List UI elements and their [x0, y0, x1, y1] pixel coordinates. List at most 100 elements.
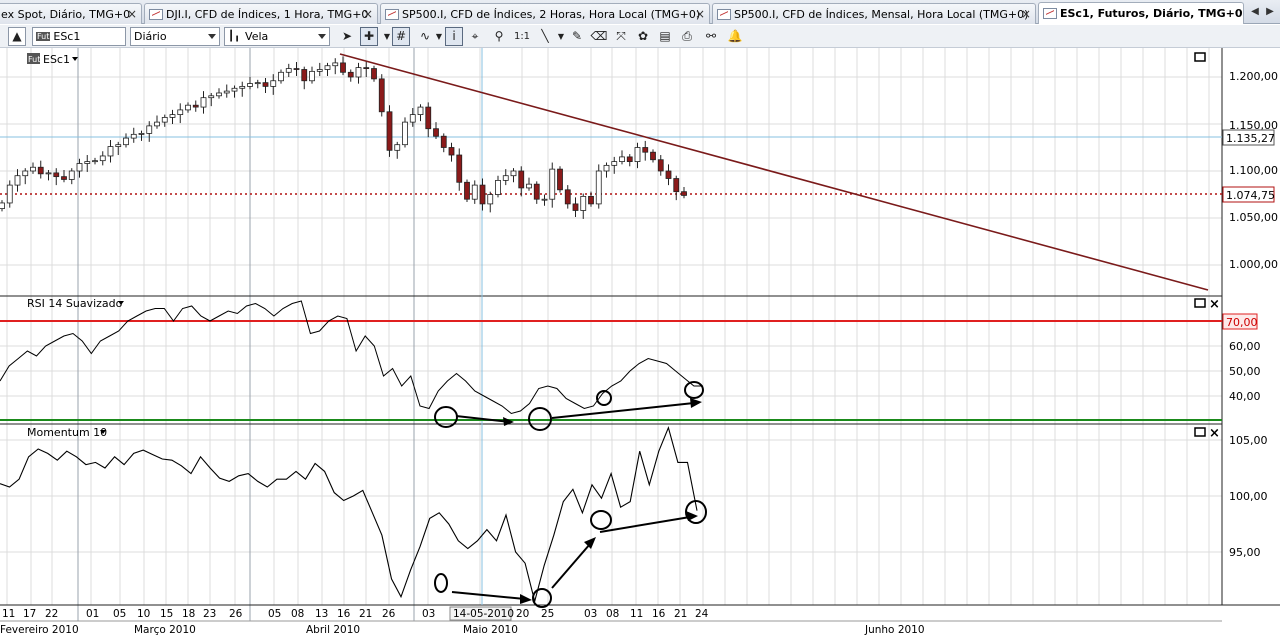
cursor-icon[interactable]: ➤ [338, 27, 356, 46]
tab-scroll-left-icon[interactable]: ◀ [1248, 5, 1262, 19]
alert-bell-icon[interactable]: 🔔 [726, 27, 744, 46]
tab-forex-spot[interactable]: ex Spot, Diário, TMG+0 × [0, 3, 142, 24]
tab-sp500-2h[interactable]: SP500.I, CFD de Índices, 2 Horas, Hora L… [380, 3, 710, 24]
candle [502, 175, 509, 181]
candle [642, 147, 649, 153]
candle [409, 114, 416, 123]
candle [254, 82, 261, 85]
pencil-icon[interactable]: ✎ [568, 27, 586, 46]
grid-icon[interactable]: # [392, 27, 410, 46]
print-icon[interactable]: ⎙ [678, 27, 696, 46]
crosshair-price-label: 1.135,27 [1226, 132, 1275, 145]
candle-icon: ┃╻ [228, 31, 241, 42]
price-tick: 1.050,00 [1229, 211, 1278, 224]
close-icon[interactable]: × [127, 7, 137, 21]
candle [355, 67, 362, 78]
price-tick: 1.100,00 [1229, 164, 1278, 177]
momentum-tick: 100,00 [1229, 490, 1268, 503]
candle [138, 133, 145, 135]
candle [402, 121, 408, 146]
candle [572, 203, 579, 211]
month-label: Maio 2010 [463, 624, 518, 636]
candle [14, 175, 21, 186]
template-icon[interactable]: ▤ [656, 27, 674, 46]
chevron-down-icon [318, 34, 326, 39]
candle [123, 137, 129, 146]
chart-menu-icon[interactable]: ▲ [8, 27, 26, 46]
close-pane-icon[interactable]: × [1209, 297, 1220, 312]
candle [6, 184, 13, 204]
tab-esc1-daily[interactable]: ESc1, Futuros, Diário, TMG+0 [1038, 2, 1244, 24]
tab-sp500-monthly[interactable]: SP500.I, CFD de Índices, Mensal, Hora Lo… [712, 3, 1036, 24]
time-tick: 16 [652, 608, 666, 620]
tab-label: ESc1, Futuros, Diário, TMG+0 [1060, 7, 1243, 20]
time-tick: 25 [541, 608, 554, 620]
candle [231, 87, 238, 92]
candle [22, 170, 29, 177]
candle [495, 179, 501, 195]
candle [285, 68, 292, 73]
candle [45, 172, 52, 175]
rsi-tick: 40,00 [1229, 390, 1261, 403]
fibonacci-icon[interactable]: ⤧ [612, 27, 630, 46]
info-icon[interactable]: i [445, 27, 463, 46]
period-value: Diário [134, 30, 167, 43]
close-pane-icon[interactable]: × [1209, 426, 1220, 441]
chart-area[interactable]: Fut ESc1 RSI 14 Suavizado Momentum 10 × … [0, 48, 1280, 637]
candle [433, 128, 439, 137]
rsi-level-label: 70,00 [1226, 316, 1258, 329]
chart-style-select[interactable]: ┃╻ Vela [224, 27, 330, 46]
symbol-value: ESc1 [53, 30, 81, 43]
symbol-input[interactable]: Fut ESc1 [32, 27, 126, 46]
candle [580, 195, 587, 211]
candle [115, 144, 122, 147]
candle [665, 170, 672, 179]
candle [99, 155, 106, 162]
candle [169, 114, 176, 118]
candle [588, 195, 594, 205]
rsi-legend[interactable]: RSI 14 Suavizado [27, 297, 123, 310]
candle [673, 178, 680, 193]
pan-icon[interactable]: ⌖ [466, 27, 484, 46]
candle [309, 70, 315, 82]
eraser-icon[interactable]: ⌫ [590, 27, 608, 46]
crosshair-icon[interactable]: ✚ [360, 27, 378, 46]
time-tick: 13 [315, 608, 328, 620]
time-tick: 05 [113, 608, 126, 620]
candle [619, 156, 625, 163]
momentum-tick: 105,00 [1229, 434, 1268, 447]
momentum-legend[interactable]: Momentum 10 [27, 426, 107, 439]
tab-dji[interactable]: DJI.I, CFD de Índices, 1 Hora, TMG+0 × [144, 3, 378, 24]
candle [371, 68, 377, 80]
candle [185, 104, 191, 111]
candle [270, 80, 277, 87]
close-icon[interactable]: × [1021, 7, 1031, 21]
tab-scroll-right-icon[interactable]: ▶ [1263, 5, 1277, 19]
main-legend[interactable]: ESc1 [43, 53, 70, 66]
candle [626, 156, 633, 163]
candle [510, 170, 517, 177]
zoom-icon[interactable]: ⚲ [490, 27, 508, 46]
futures-badge-icon: Fut [36, 32, 51, 41]
chart-icon [149, 8, 163, 20]
candle [456, 154, 463, 183]
candle [340, 62, 346, 73]
candle [518, 170, 525, 189]
zoom-reset-button[interactable]: 1:1 [512, 27, 532, 46]
candle [146, 125, 153, 134]
time-tick: 08 [606, 608, 619, 620]
close-icon[interactable]: × [695, 7, 705, 21]
link-icon[interactable]: ⚯ [702, 27, 720, 46]
time-tick: 11 [630, 608, 643, 620]
time-tick: 03 [584, 608, 597, 620]
color-palette-icon[interactable]: ✿ [634, 27, 652, 46]
crosshair-date-label: 14-05-2010 [453, 608, 514, 620]
time-tick: 21 [674, 608, 687, 620]
close-icon[interactable]: × [363, 7, 373, 21]
candle [533, 183, 540, 200]
period-select[interactable]: Diário [130, 27, 220, 46]
candle [471, 184, 478, 200]
candle [324, 65, 331, 70]
candle [650, 151, 656, 161]
time-tick: 05 [268, 608, 281, 620]
